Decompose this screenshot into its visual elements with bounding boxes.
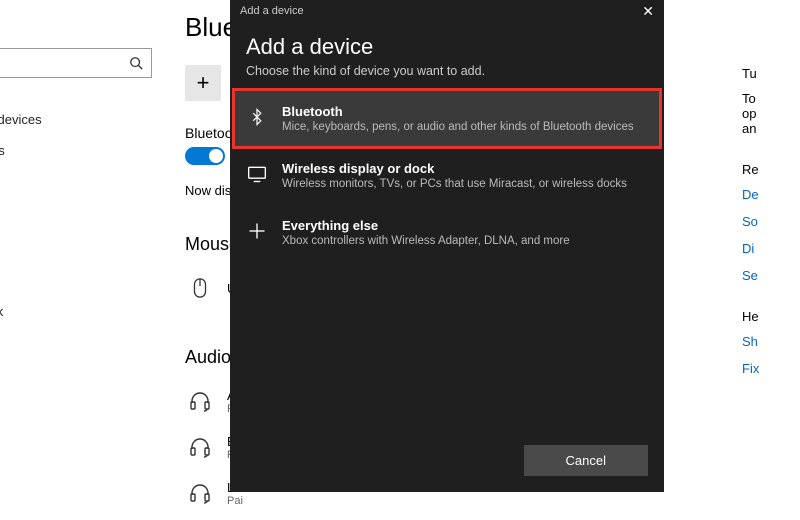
help-link[interactable]: Fix (742, 361, 800, 376)
help-link[interactable]: Sh (742, 334, 800, 349)
option-desc: Wireless monitors, TVs, or PCs that use … (282, 178, 627, 190)
help-text: op (742, 106, 800, 121)
option-title: Everything else (282, 218, 570, 233)
search-icon (129, 56, 143, 70)
help-link[interactable]: De (742, 187, 800, 202)
option-desc: Mice, keyboards, pens, or audio and othe… (282, 121, 634, 133)
close-icon[interactable]: ✕ (642, 3, 654, 20)
option-wireless-display[interactable]: Wireless display or dock Wireless monito… (234, 147, 660, 204)
device-status: Pai (227, 495, 249, 507)
sidebar-item[interactable]: dows Ink (0, 296, 160, 327)
option-title: Wireless display or dock (282, 161, 627, 176)
headset-icon (185, 478, 215, 508)
option-bluetooth[interactable]: Bluetooth Mice, keyboards, pens, or audi… (234, 90, 660, 147)
option-desc: Xbox controllers with Wireless Adapter, … (282, 235, 570, 247)
bluetooth-toggle[interactable] (185, 147, 225, 165)
help-link[interactable]: So (742, 214, 800, 229)
add-device-dialog: Add a device ✕ Add a device Choose the k… (230, 0, 664, 492)
help-heading: Re (742, 162, 800, 177)
option-title: Bluetooth (282, 104, 634, 119)
help-text: To (742, 91, 800, 106)
plus-icon (246, 220, 268, 242)
mouse-icon (185, 273, 215, 303)
help-heading: Tu (742, 66, 800, 81)
cancel-button[interactable]: Cancel (524, 445, 648, 476)
search-input[interactable] (0, 48, 152, 78)
headset-icon (185, 432, 215, 462)
help-link[interactable]: Se (742, 268, 800, 283)
dialog-title: Add a device (230, 22, 664, 64)
help-heading: He (742, 309, 800, 324)
display-icon (246, 163, 268, 185)
help-link[interactable]: Di (742, 241, 800, 256)
headset-icon (185, 386, 215, 416)
bluetooth-icon (246, 106, 268, 128)
option-everything-else[interactable]: Everything else Xbox controllers with Wi… (234, 204, 660, 261)
sidebar: & other devices scanners dows Ink (0, 0, 160, 520)
dialog-titlebar-text: Add a device (240, 5, 304, 17)
plus-icon: + (185, 65, 221, 101)
help-panel: Tu To op an Re De So Di Se He Sh Fix (742, 40, 800, 388)
sidebar-item[interactable]: scanners (0, 135, 160, 166)
help-text: an (742, 121, 800, 136)
dialog-subtitle: Choose the kind of device you want to ad… (230, 64, 664, 90)
sidebar-item[interactable]: & other devices (0, 104, 160, 135)
